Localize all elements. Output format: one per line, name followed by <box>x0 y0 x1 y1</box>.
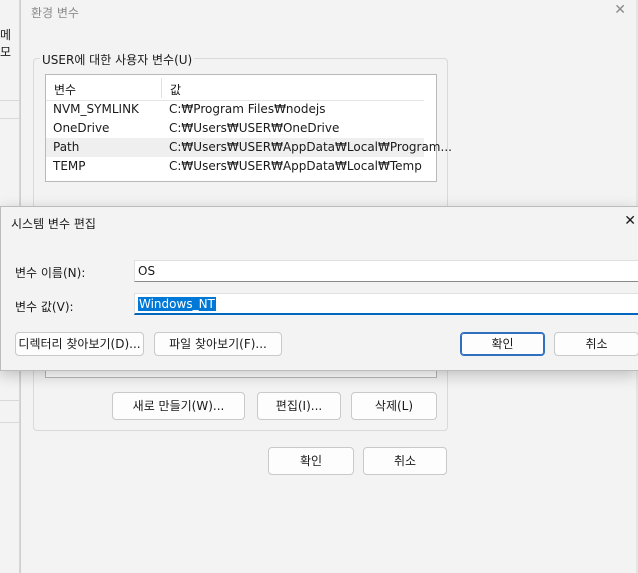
edit-dialog-title: 시스템 변수 편집 <box>11 217 96 231</box>
row-variable-name: TEMP <box>53 159 86 173</box>
divider <box>0 422 20 423</box>
divider <box>0 400 20 401</box>
variable-value-input[interactable]: Windows_NT <box>134 293 638 315</box>
background-window-label: 메모 <box>0 28 12 59</box>
ok-button[interactable]: 확인 <box>268 447 354 475</box>
list-header: 변수 값 <box>46 75 424 101</box>
new-variable-button[interactable]: 새로 만들기(W)... <box>112 392 245 420</box>
column-header-value[interactable]: 값 <box>170 81 181 98</box>
divider <box>0 100 20 101</box>
row-variable-value: C:₩Program Files₩nodejs <box>169 102 326 116</box>
row-variable-value: C:₩Users₩USER₩OneDrive <box>169 121 340 135</box>
row-variable-name: NVM_SYMLINK <box>53 102 139 116</box>
browse-directory-button[interactable]: 디렉터리 찾아보기(D)... <box>15 332 144 356</box>
env-dialog-title: 환경 변수 <box>31 6 79 20</box>
table-row[interactable]: TEMP C:₩Users₩USER₩AppData₩Local₩Temp <box>46 157 424 176</box>
close-icon[interactable]: ✕ <box>624 213 636 229</box>
ok-button[interactable]: 확인 <box>460 332 545 356</box>
divider <box>0 118 20 119</box>
table-row[interactable]: OneDrive C:₩Users₩USER₩OneDrive <box>46 119 424 138</box>
edit-system-variable-dialog: 시스템 변수 편집 ✕ 변수 이름(N): OS 변수 값(V): Window… <box>0 206 638 371</box>
row-variable-name: Path <box>53 140 80 154</box>
variable-name-input[interactable]: OS <box>134 260 638 282</box>
column-header-name[interactable]: 변수 <box>54 81 76 98</box>
delete-variable-button[interactable]: 삭제(L) <box>351 392 437 420</box>
cancel-button[interactable]: 취소 <box>554 332 638 356</box>
variable-name-label: 변수 이름(N): <box>15 266 86 280</box>
cancel-button[interactable]: 취소 <box>363 447 447 475</box>
row-variable-value: C:₩Users₩USER₩AppData₩Local₩Program... <box>169 140 452 154</box>
browse-file-button[interactable]: 파일 찾아보기(F)... <box>154 332 282 356</box>
variable-value-text: Windows_NT <box>138 297 216 311</box>
user-variables-group-label: USER에 대한 사용자 변수(U) <box>40 51 195 68</box>
variable-value-label: 변수 값(V): <box>15 300 74 314</box>
table-row[interactable]: NVM_SYMLINK C:₩Program Files₩nodejs <box>46 100 424 119</box>
edit-variable-button[interactable]: 편집(I)... <box>257 392 341 420</box>
variable-name-value: OS <box>138 264 156 278</box>
row-variable-value: C:₩Users₩USER₩AppData₩Local₩Temp <box>169 159 422 173</box>
user-variables-list[interactable]: 변수 값 NVM_SYMLINK C:₩Program Files₩nodejs… <box>45 74 452 182</box>
close-icon[interactable]: ✕ <box>614 2 626 18</box>
row-variable-name: OneDrive <box>53 121 110 135</box>
table-row[interactable]: Path C:₩Users₩USER₩AppData₩Local₩Program… <box>46 138 452 157</box>
column-separator[interactable] <box>161 78 162 98</box>
